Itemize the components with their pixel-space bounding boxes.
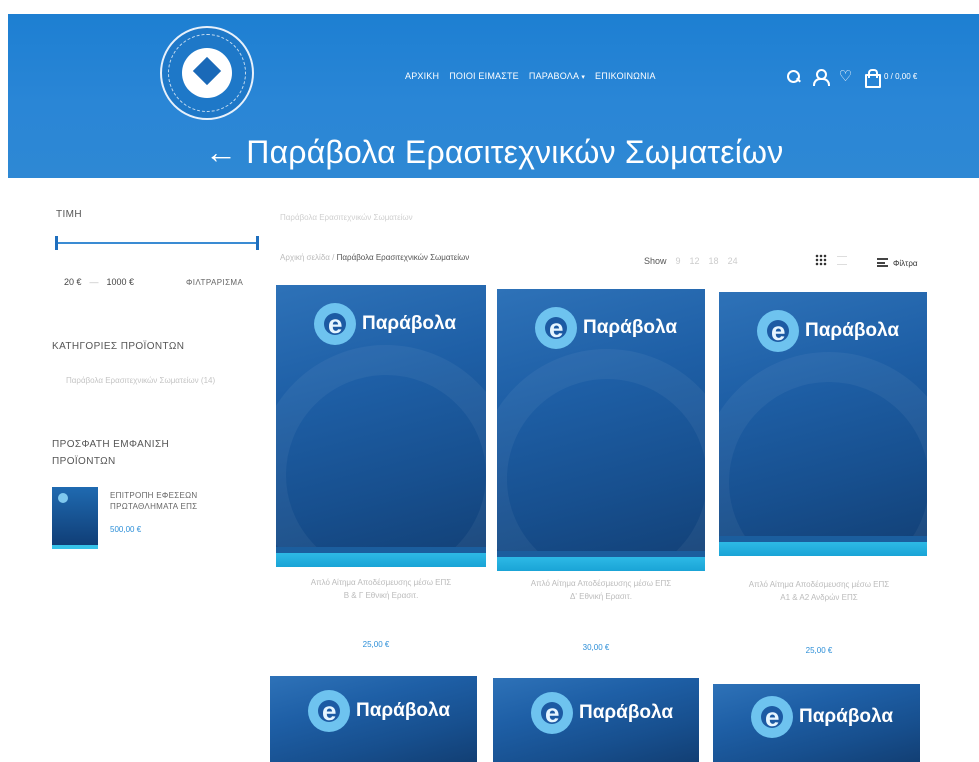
breadcrumb-home[interactable]: Αρχική σελίδα [280, 253, 330, 262]
product-title-1-line1[interactable]: Απλό Αίτημα Αποδέσμευσης μέσω ΕΠΣ [281, 576, 481, 589]
price-slider-min-handle[interactable] [55, 236, 58, 250]
brand-text: Παράβολα [362, 313, 457, 334]
show-label: Show [644, 256, 667, 266]
nav-home[interactable]: ΑΡΧΙΚΗ [405, 71, 439, 81]
brand-text: Παράβολα [579, 702, 674, 723]
cart-total[interactable]: 0 / 0,00 € [884, 72, 917, 81]
e-logo-icon [535, 307, 577, 349]
image-swirl [719, 352, 927, 556]
product-brand: Παράβολα [757, 310, 899, 352]
product-image-1[interactable]: Παράβολα [276, 285, 486, 567]
breadcrumb-separator: / [332, 253, 335, 262]
archive-title: Παράβολα Ερασιτεχνικών Σωματείων [280, 213, 413, 222]
brand-text: Παράβολα [583, 317, 678, 338]
image-stripe-cyan [276, 553, 486, 567]
breadcrumb-current: Παράβολα Ερασιτεχνικών Σωματείων [336, 253, 470, 262]
product-price-1: 25,00 € [362, 640, 390, 649]
recent-product-price: 500,00 € [110, 525, 142, 534]
price-slider-max-handle[interactable] [256, 236, 259, 250]
product-brand: Παράβολα [535, 307, 677, 349]
recent-product-title-line1[interactable]: ΕΠΙΤΡΟΠΗ ΕΦΕΣΕΩΝ [110, 490, 240, 501]
e-logo-icon [531, 692, 573, 734]
logo-ball-icon [182, 48, 232, 98]
e-logo-icon [751, 696, 793, 738]
image-stripe-cyan [497, 557, 705, 571]
image-swirl [276, 345, 486, 567]
price-slider-track[interactable] [56, 242, 258, 244]
price-min: 20 € [64, 277, 82, 287]
recent-product-title-line2[interactable]: ΠΡΩΤΑΘΛΗΜΑΤΑ ΕΠΣ [110, 501, 240, 512]
show-option-24[interactable]: 24 [728, 256, 738, 266]
nav-contact[interactable]: ΕΠΙΚΟΙΝΩΝΙΑ [595, 71, 656, 81]
categories-heading: ΚΑΤΗΓΟΡΙΕΣ ΠΡΟΪΟΝΤΩΝ [52, 341, 185, 352]
user-icon[interactable] [812, 69, 830, 86]
e-logo-icon [308, 690, 350, 732]
header-tools: ♡ 0 / 0,00 € [786, 69, 917, 88]
show-option-18[interactable]: 18 [709, 256, 719, 266]
brand-text: Παράβολα [356, 700, 451, 721]
recent-product-title[interactable]: ΕΠΙΤΡΟΠΗ ΕΦΕΣΕΩΝ ΠΡΩΤΑΘΛΗΜΑΤΑ ΕΠΣ [110, 490, 240, 512]
heart-icon[interactable]: ♡ [838, 69, 853, 84]
nav-fees[interactable]: ΠΑΡΑΒΟΛΑ [529, 71, 585, 81]
product-image-6[interactable]: Παράβολα [713, 684, 920, 762]
recent-product-thumbnail[interactable] [52, 487, 98, 549]
image-stripe-cyan [719, 542, 927, 556]
product-image-4[interactable]: Παράβολα [270, 676, 477, 762]
price-range-label: 20 € — 1000 € [64, 277, 134, 287]
product-title-3-line2[interactable]: Α1 & Α2 Ανδρών ΕΠΣ [719, 591, 919, 604]
site-header: ΑΡΧΙΚΗ ΠΟΙΟΙ ΕΙΜΑΣΤΕ ΠΑΡΑΒΟΛΑ ΕΠΙΚΟΙΝΩΝΙ… [8, 14, 979, 178]
price-range-sep: — [89, 277, 99, 287]
product-price-2: 30,00 € [582, 643, 610, 652]
product-title-1-line2[interactable]: Β & Γ Εθνική Ερασιτ. [281, 589, 481, 602]
image-swirl [497, 349, 705, 571]
product-title-1[interactable]: Απλό Αίτημα Αποδέσμευσης μέσω ΕΠΣ Β & Γ … [281, 576, 481, 602]
product-title-3[interactable]: Απλό Αίτημα Αποδέσμευσης μέσω ΕΠΣ Α1 & Α… [719, 578, 919, 604]
brand-text: Παράβολα [805, 320, 900, 341]
brand-text: Παράβολα [799, 706, 894, 727]
search-icon[interactable] [786, 69, 801, 84]
grid-view-icon[interactable] [815, 254, 827, 266]
product-price-3: 25,00 € [805, 646, 833, 655]
product-brand: Παράβολα [308, 690, 450, 732]
product-title-2-line2[interactable]: Δ' Εθνική Ερασιτ. [501, 590, 701, 603]
federation-logo[interactable] [160, 26, 254, 120]
product-brand: Παράβολα [531, 692, 673, 734]
product-title-2[interactable]: Απλό Αίτημα Αποδέσμευσης μέσω ΕΠΣ Δ' Εθν… [501, 577, 701, 603]
product-brand: Παράβολα [751, 696, 893, 738]
price-filter-heading: ΤΙΜΗ [56, 209, 83, 220]
recent-products-heading: ΠΡΟΣΦΑΤΗ ΕΜΦΑΝΙΣΗ [52, 439, 170, 450]
product-brand: Παράβολα [314, 303, 456, 345]
price-max: 1000 € [106, 277, 135, 287]
e-logo-icon [757, 310, 799, 352]
page: ΑΡΧΙΚΗ ΠΟΙΟΙ ΕΙΜΑΣΤΕ ΠΑΡΑΒΟΛΑ ΕΠΙΚΟΙΝΩΝΙ… [0, 0, 979, 762]
product-image-2[interactable]: Παράβολα [497, 289, 705, 571]
product-image-3[interactable]: Παράβολα [719, 292, 927, 556]
page-title[interactable]: ← Παράβολα Ερασιτεχνικών Σωματείων [205, 134, 783, 171]
recent-products-heading-2: ΠΡΟΪΟΝΤΩΝ [52, 456, 116, 467]
per-page-selector: Show 9 12 18 24 [644, 256, 738, 266]
product-title-2-line1[interactable]: Απλό Αίτημα Αποδέσμευσης μέσω ΕΠΣ [501, 577, 701, 590]
show-option-12[interactable]: 12 [690, 256, 700, 266]
filter-toggle-icon[interactable] [877, 258, 888, 267]
filter-button[interactable]: ΦΙΛΤΡΑΡΙΣΜΑ [186, 278, 243, 287]
nav-about[interactable]: ΠΟΙΟΙ ΕΙΜΑΣΤΕ [449, 71, 519, 81]
product-image-5[interactable]: Παράβολα [493, 678, 699, 762]
list-view-icon[interactable] [837, 256, 847, 265]
category-item[interactable]: Παράβολα Ερασιτεχνικών Σωματείων (14) [66, 376, 215, 385]
filter-toggle-label[interactable]: Φίλτρα [893, 259, 918, 268]
bag-icon[interactable] [864, 69, 881, 88]
product-title-3-line1[interactable]: Απλό Αίτημα Αποδέσμευσης μέσω ΕΠΣ [719, 578, 919, 591]
show-option-9[interactable]: 9 [676, 256, 681, 266]
breadcrumb: Αρχική σελίδα / Παράβολα Ερασιτεχνικών Σ… [280, 253, 469, 262]
e-logo-icon [314, 303, 356, 345]
main-nav: ΑΡΧΙΚΗ ΠΟΙΟΙ ΕΙΜΑΣΤΕ ΠΑΡΑΒΟΛΑ ΕΠΙΚΟΙΝΩΝΙ… [405, 71, 656, 81]
